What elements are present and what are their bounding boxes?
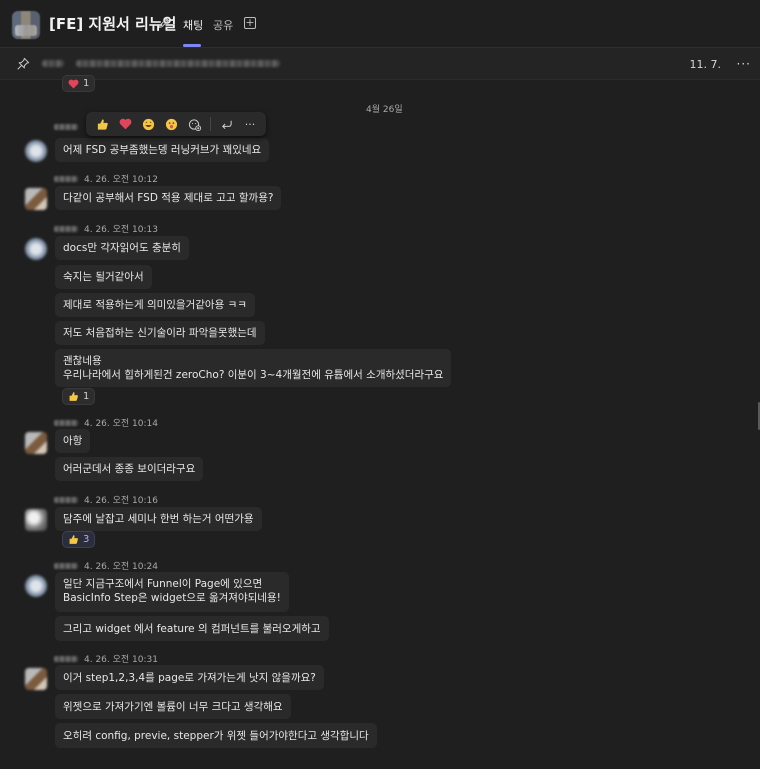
laugh-icon[interactable] (138, 114, 158, 134)
reaction-count: 1 (83, 391, 90, 402)
reaction-chip[interactable]: 1 (62, 388, 96, 405)
sender-name-redacted (54, 562, 78, 569)
message-timestamp: 4. 26. 오전 10:12 (84, 175, 158, 185)
reaction-count: 3 (83, 534, 90, 545)
thumbs-up-icon (69, 392, 78, 401)
message-bubble[interactable]: 어러군데서 종종 보이더라구요 (55, 457, 204, 481)
heart-icon (68, 79, 79, 89)
avatar[interactable] (25, 188, 47, 210)
message-meta: 4. 26. 오전 10:13 (54, 222, 158, 235)
message-bubble[interactable]: 오히려 config, previe, stepper가 위젯 들어가야한다고 … (55, 723, 377, 748)
sender-name-redacted (54, 419, 78, 426)
sender-name-redacted (54, 225, 78, 232)
reaction-chip[interactable]: 3 (62, 531, 96, 548)
avatar[interactable] (25, 238, 47, 260)
message-timestamp: 4. 26. 오전 10:24 (84, 562, 158, 572)
message-bubble[interactable]: docs만 각자읽어도 충분히 (55, 236, 189, 260)
message-bubble[interactable]: 어제 FSD 공부좀했는뎅 러닝커브가 꽤있네요 (55, 138, 270, 162)
message-bubble[interactable]: 숙지는 될거같아서 (55, 265, 152, 289)
message-bubble[interactable]: 괜찮네용 우리나라에서 힙하게된건 zeroCho? 이분이 3~4개월전에 유… (55, 349, 452, 387)
message-action-toolbar: ··· (86, 112, 266, 136)
avatar[interactable] (25, 575, 47, 597)
message-meta: 4. 26. 오전 10:14 (54, 416, 158, 429)
avatar[interactable] (25, 432, 47, 454)
avatar[interactable] (25, 509, 47, 531)
pinned-message-bar[interactable]: 11. 7. ··· (0, 48, 760, 80)
pinned-author-redacted (42, 60, 64, 67)
pinned-date: 11. 7. (689, 58, 722, 71)
message-bubble[interactable]: 담주에 날잡고 세미나 한번 하는거 어떤가용 (55, 507, 262, 531)
reaction-chip[interactable]: 1 (62, 75, 96, 92)
sender-name-redacted (54, 175, 78, 182)
sender-name-redacted (54, 496, 78, 503)
message-line: 우리나라에서 힙하게된건 zeroCho? 이분이 3~4개월전에 유튭에서 소… (63, 369, 444, 381)
more-icon[interactable]: ··· (240, 114, 260, 134)
message-bubble[interactable]: 다같이 공부해서 FSD 적용 제대로 고고 할까용? (55, 186, 282, 210)
message-timestamp: 4. 26. 오전 10:16 (84, 496, 158, 506)
message-line: 일단 지금구조에서 Funnel이 Page에 있으면 (63, 578, 263, 590)
date-divider: 4월 26일 (366, 105, 403, 115)
toolbar-divider (210, 117, 211, 131)
pinned-text-redacted (76, 60, 280, 67)
more-options-icon[interactable]: ··· (737, 57, 751, 71)
message-meta: 4. 26. 오전 10:12 (54, 172, 158, 185)
message-timestamp: 4. 26. 오전 10:13 (84, 225, 158, 235)
message-meta: 4. 26. 오전 10:31 (54, 652, 158, 665)
message-timestamp: 4. 26. 오전 10:14 (84, 419, 158, 429)
heart-icon[interactable] (115, 114, 135, 134)
reply-icon[interactable] (217, 114, 237, 134)
tab-shared[interactable]: 공유 (213, 17, 233, 33)
message-bubble[interactable]: 이거 step1,2,3,4를 page로 가져가는게 낫지 않을까요? (55, 665, 324, 690)
add-reaction-icon[interactable] (184, 114, 204, 134)
avatar[interactable] (25, 668, 47, 690)
message-timestamp: 4. 26. 오전 10:31 (84, 655, 158, 665)
group-avatar[interactable] (12, 11, 40, 39)
message-bubble[interactable]: 저도 처음접하는 신기술이라 파악을못했는데 (55, 321, 265, 345)
avatar[interactable] (25, 140, 47, 162)
add-tab-icon[interactable]: + (244, 17, 256, 29)
surprised-icon[interactable] (161, 114, 181, 134)
reaction-count: 1 (83, 78, 90, 89)
message-meta: 4. 26. 오전 10:16 (54, 493, 158, 506)
message-line: 괜찮네용 (63, 355, 102, 367)
message-line: BasicInfo Step은 widget으로 옮겨져야되네용! (63, 592, 281, 604)
message-meta: 4. 26. 오전 10:24 (54, 559, 158, 572)
pin-icon (17, 57, 30, 70)
sender-name-redacted (54, 655, 78, 662)
message-bubble[interactable]: 제대로 적용하는게 의미있을거같아용 ㅋㅋ (55, 293, 255, 317)
message-bubble[interactable]: 일단 지금구조에서 Funnel이 Page에 있으면 BasicInfo St… (55, 572, 289, 612)
message-bubble[interactable]: 위젯으로 가져가기엔 볼륨이 너무 크다고 생각해요 (55, 694, 291, 719)
thumbs-up-icon (69, 535, 78, 544)
chat-header: [FE] 지원서 리뉴얼 채팅 공유 + (0, 0, 760, 48)
sender-name-redacted (54, 124, 78, 130)
message-bubble[interactable]: 아항 (55, 429, 91, 453)
pencil-icon[interactable] (157, 16, 171, 30)
message-bubble[interactable]: 그리고 widget 에서 feature 의 컴퍼넌트를 불러오게하고 (55, 616, 329, 641)
thumbs-up-icon[interactable] (92, 114, 112, 134)
active-tab-indicator (183, 44, 201, 47)
message-meta (54, 124, 78, 130)
tab-chat[interactable]: 채팅 (183, 17, 203, 33)
